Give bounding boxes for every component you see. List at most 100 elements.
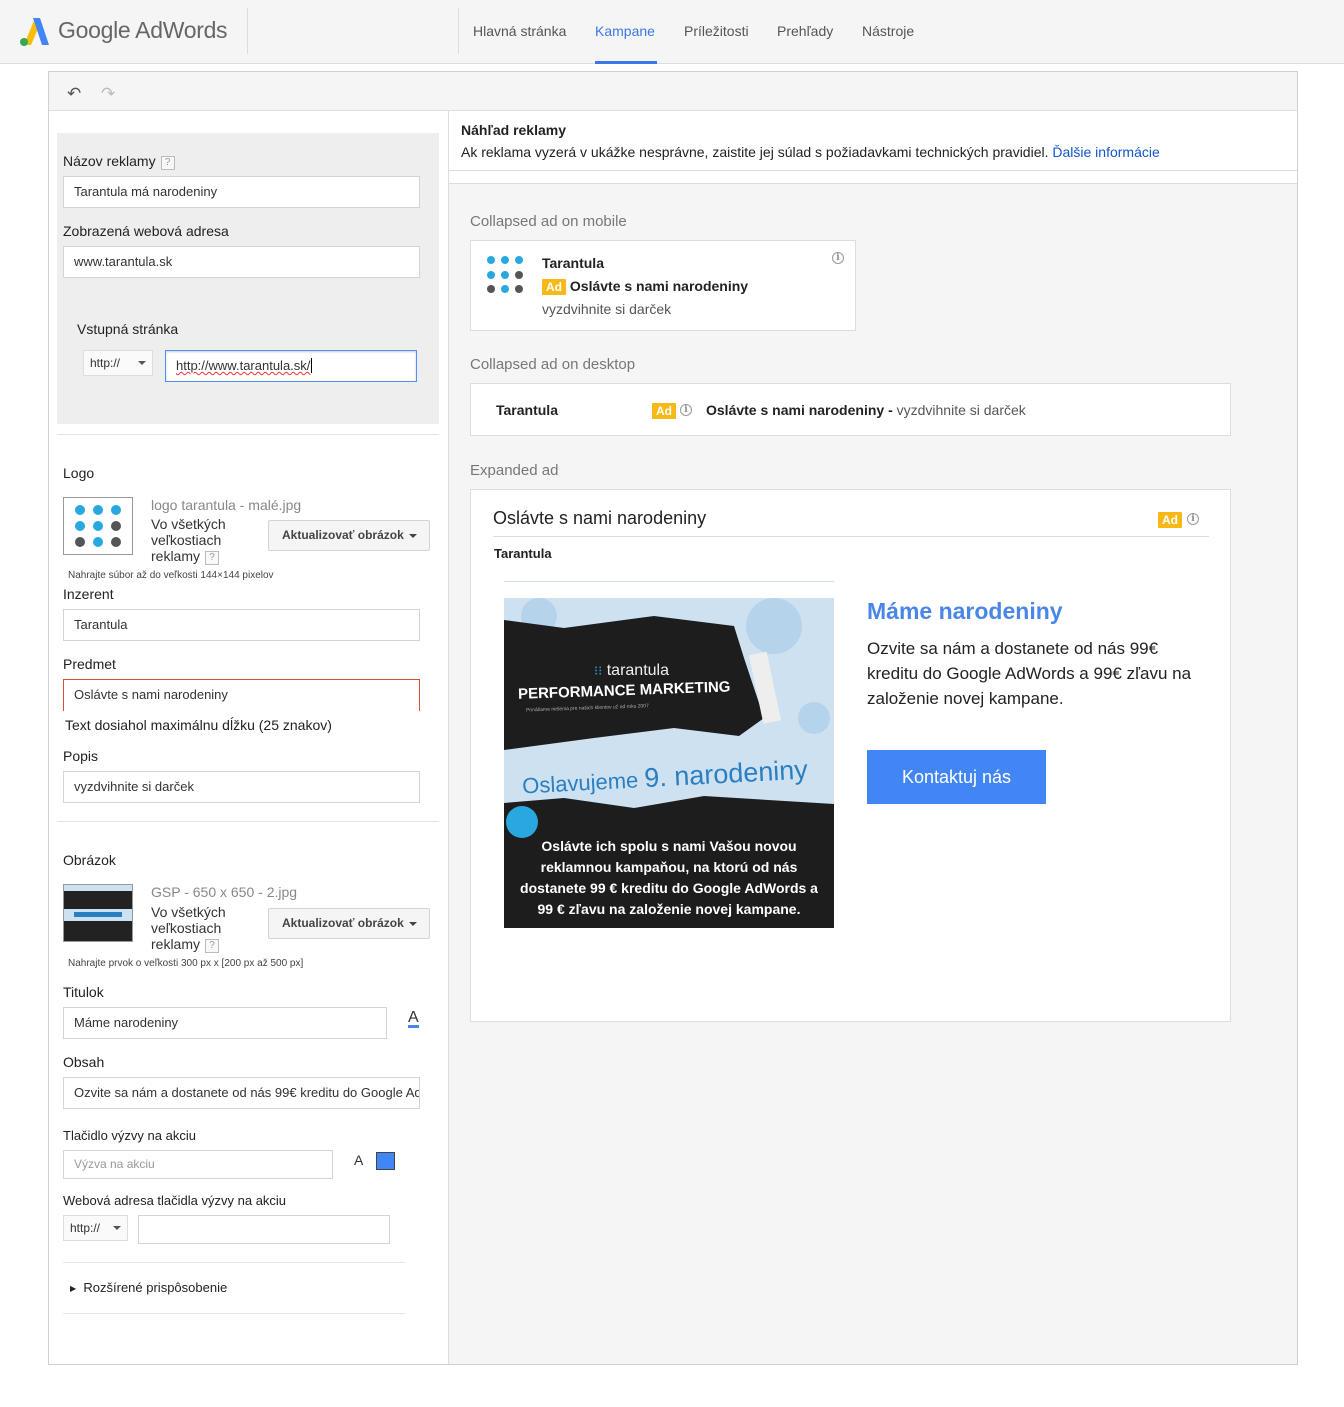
display-url-input[interactable]: www.tarantula.sk — [63, 246, 420, 278]
top-bar: Google AdWords Hlavná stránka Kampane Pr… — [0, 0, 1344, 64]
info-icon[interactable]: i — [832, 252, 844, 264]
ad-name-input[interactable]: Tarantula má narodeniny — [63, 176, 420, 208]
undo-icon[interactable]: ↶ — [67, 84, 81, 104]
cta-protocol-value: http:// — [70, 1221, 101, 1235]
separator: - — [888, 402, 893, 418]
help-icon[interactable]: ? — [205, 939, 220, 953]
cta-url-input[interactable] — [138, 1215, 390, 1244]
nav-home[interactable]: Hlavná stránka — [473, 0, 566, 64]
display-url-label: Zobrazená webová adresa — [63, 223, 229, 239]
divider — [247, 8, 248, 54]
mobile-preview-label: Collapsed ad on mobile — [470, 213, 627, 230]
info-icon[interactable]: i — [1187, 513, 1199, 525]
help-icon[interactable]: ? — [160, 156, 175, 170]
divider — [504, 581, 834, 582]
content-label: Obsah — [63, 1054, 105, 1070]
desktop-advertiser: Tarantula — [496, 402, 558, 418]
chevron-down-icon — [409, 534, 417, 538]
subject-error: Text dosiahol maximálnu dĺžku (25 znakov… — [65, 717, 332, 733]
cta-label: Tlačidlo výzvy na akciu — [63, 1128, 196, 1143]
size-desc-line: Vo všetkých — [151, 516, 226, 532]
size-desc-line: reklamy? — [151, 936, 226, 953]
cta-protocol-select[interactable]: http:// — [63, 1215, 128, 1241]
chevron-down-icon — [409, 922, 417, 926]
logo-size-desc: Vo všetkých veľkostiach reklamy? — [151, 516, 226, 565]
size-desc-line: reklamy? — [151, 548, 226, 565]
divider — [458, 8, 459, 54]
logo-thumbnail[interactable] — [63, 497, 133, 555]
mobile-headline: Ad Oslávte s nami narodeniny — [542, 278, 748, 295]
mobile-advertiser: Tarantula — [542, 255, 604, 271]
advertiser-input[interactable]: Tarantula — [63, 609, 420, 641]
image-label: Obrázok — [63, 852, 116, 868]
title-label: Titulok — [63, 984, 104, 1000]
tarantula-logo-icon: ⁝⁝ — [594, 663, 603, 678]
logo-filename: logo tarantula - malé.jpg — [151, 497, 302, 513]
description-input[interactable]: vyzdvihnite si darček — [63, 771, 420, 803]
mobile-description: vyzdvihnite si darček — [542, 301, 672, 317]
cta-url-label: Webová adresa tlačidla výzvy na akciu — [63, 1193, 287, 1208]
ad-banner-image[interactable]: ⁝⁝ tarantula PERFORMANCE MARKETING Priná… — [504, 598, 834, 928]
ad-badge-label: Ad — [1158, 512, 1182, 528]
size-desc-line: veľkostiach — [151, 920, 222, 936]
nav-campaigns[interactable]: Kampane — [595, 0, 657, 64]
redo-icon[interactable]: ↷ — [101, 84, 115, 104]
ad-name-label: Názov reklamy? — [63, 153, 175, 170]
chevron-down-icon — [138, 361, 146, 365]
subject-input[interactable]: Oslávte s nami narodeniny — [63, 679, 420, 711]
advertiser-label: Inzerent — [63, 586, 114, 602]
editor-toolbar: ↶ ↷ — [49, 72, 1297, 111]
expanded-body: Ozvite sa nám a dostanete od nás 99€ kre… — [867, 639, 1192, 708]
divider — [57, 821, 439, 822]
headline-text: Oslávte s nami narodeniny — [706, 402, 885, 418]
help-icon[interactable]: ? — [205, 551, 220, 565]
logo-label: Logo — [63, 465, 95, 481]
brand-text: tarantula — [606, 662, 669, 679]
landing-protocol-value: http:// — [90, 356, 121, 370]
title-input[interactable]: Máme narodeniny — [63, 1007, 387, 1039]
nav-tools[interactable]: Nástroje — [862, 0, 914, 64]
landing-protocol-select[interactable]: http:// — [83, 350, 153, 376]
preview-header: Náhľad reklamy Ak reklama vyzerá v ukážk… — [449, 111, 1297, 171]
expanded-preview-label: Expanded ad — [470, 462, 559, 479]
logo-upload-note: Nahrajte súbor až do veľkosti 144×144 pi… — [68, 570, 274, 581]
size-desc-line: Vo všetkých — [151, 904, 226, 920]
contact-cta-button[interactable]: Kontaktuj nás — [867, 750, 1046, 804]
nav-opportunities[interactable]: Príležitosti — [684, 0, 749, 64]
adwords-logo[interactable] — [18, 15, 50, 47]
info-icon[interactable]: i — [680, 404, 692, 416]
font-color-icon[interactable]: A — [408, 1010, 419, 1028]
image-thumbnail[interactable] — [63, 884, 133, 942]
nav-reports[interactable]: Prehľady — [777, 0, 833, 64]
preview-title: Náhľad reklamy — [461, 122, 566, 138]
divider — [63, 1262, 405, 1263]
mobile-ad-card: Tarantula Ad Oslávte s nami narodeniny v… — [470, 240, 856, 331]
button-color-swatch[interactable] — [376, 1152, 395, 1170]
cta-input[interactable]: Výzva na akciu — [63, 1150, 333, 1179]
text-color-icon[interactable]: A — [354, 1152, 363, 1168]
ad-badge: Ad — [542, 279, 566, 295]
subject-label: Predmet — [63, 656, 116, 672]
expanded-advertiser: Tarantula — [494, 546, 552, 561]
desktop-ad-card: Tarantula Ad i Oslávte s nami narodeniny… — [470, 383, 1231, 436]
banner-brand: ⁝⁝ tarantula — [594, 662, 669, 680]
update-logo-button[interactable]: Aktualizovať obrázok — [268, 520, 430, 551]
update-image-button[interactable]: Aktualizovať obrázok — [268, 908, 430, 939]
divider — [63, 1313, 405, 1314]
text-cursor — [311, 358, 313, 373]
celebrate-text: Oslavujeme — [521, 767, 639, 799]
ad-badge: Ad — [1158, 511, 1182, 529]
divider — [493, 536, 1209, 537]
desktop-preview-label: Collapsed ad on desktop — [470, 356, 636, 373]
ad-badge-label: Ad — [652, 403, 676, 419]
more-info-link[interactable]: Ďalšie informácie — [1052, 144, 1159, 160]
triangle-right-icon: ▶ — [70, 1284, 77, 1293]
landing-url-input[interactable]: http://www.tarantula.sk/ — [165, 350, 417, 382]
preview-warning: Ak reklama vyzerá v ukážke nesprávne, za… — [461, 144, 1160, 160]
content-input[interactable]: Ozvite sa nám a dostanete od nás 99€ kre… — [63, 1077, 420, 1109]
tarantula-logo-icon — [487, 256, 523, 293]
chevron-down-icon — [113, 1226, 121, 1230]
ad-badge: Ad — [652, 402, 676, 420]
advanced-customization-toggle[interactable]: ▶ Rozšírené prispôsobenie — [70, 1280, 227, 1295]
advanced-label: Rozšírené prispôsobenie — [83, 1280, 228, 1295]
